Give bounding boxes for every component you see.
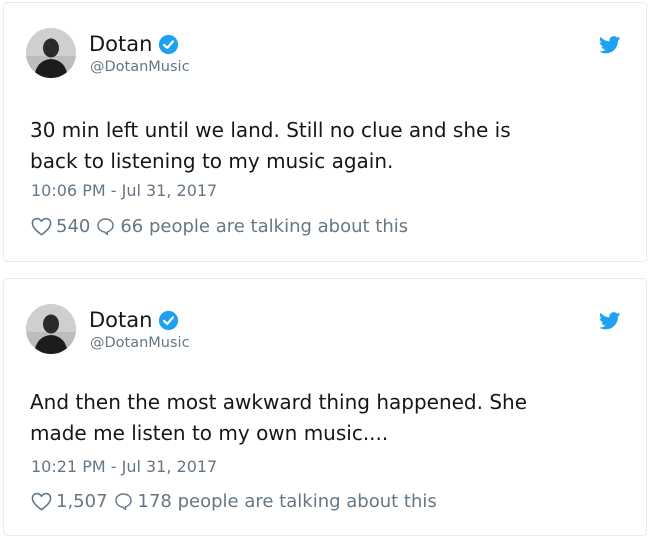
embedded-tweet-card[interactable]: Dotan @DotanMusic 30 min left until we l… <box>3 2 647 262</box>
display-name[interactable]: Dotan <box>89 31 152 57</box>
talking-count[interactable]: 178 people are talking about this <box>138 491 437 512</box>
heart-icon[interactable] <box>31 217 56 236</box>
tweet-stats: 1,507 178 people are talking about this <box>31 489 437 513</box>
author-name-row[interactable]: Dotan <box>89 307 179 333</box>
embedded-tweet-card[interactable]: Dotan @DotanMusic And then the most awkw… <box>3 278 647 536</box>
tweet-timestamp[interactable]: 10:06 PM - Jul 31, 2017 <box>31 181 217 200</box>
verified-badge-icon <box>158 34 179 55</box>
like-count[interactable]: 540 <box>56 216 90 237</box>
twitter-bird-icon[interactable] <box>599 312 621 330</box>
talking-count[interactable]: 66 people are talking about this <box>120 216 408 237</box>
heart-icon[interactable] <box>31 492 56 511</box>
author-handle[interactable]: @DotanMusic <box>90 59 190 75</box>
avatar[interactable] <box>26 28 76 78</box>
author-name-row[interactable]: Dotan <box>89 31 179 57</box>
tweet-timestamp[interactable]: 10:21 PM - Jul 31, 2017 <box>31 457 217 476</box>
avatar[interactable] <box>26 304 76 354</box>
display-name[interactable]: Dotan <box>89 307 152 333</box>
author-handle[interactable]: @DotanMusic <box>90 335 190 351</box>
like-count[interactable]: 1,507 <box>56 491 108 512</box>
twitter-bird-icon[interactable] <box>599 36 621 54</box>
speech-bubble-icon[interactable] <box>90 217 120 236</box>
tweet-stats: 540 66 people are talking about this <box>31 214 408 238</box>
tweet-screenshot-page: Dotan @DotanMusic 30 min left until we l… <box>0 0 650 540</box>
speech-bubble-icon[interactable] <box>108 492 138 511</box>
verified-badge-icon <box>158 310 179 331</box>
tweet-text: And then the most awkward thing happened… <box>30 390 528 445</box>
tweet-text: 30 min left until we land. Still no clue… <box>30 118 511 173</box>
